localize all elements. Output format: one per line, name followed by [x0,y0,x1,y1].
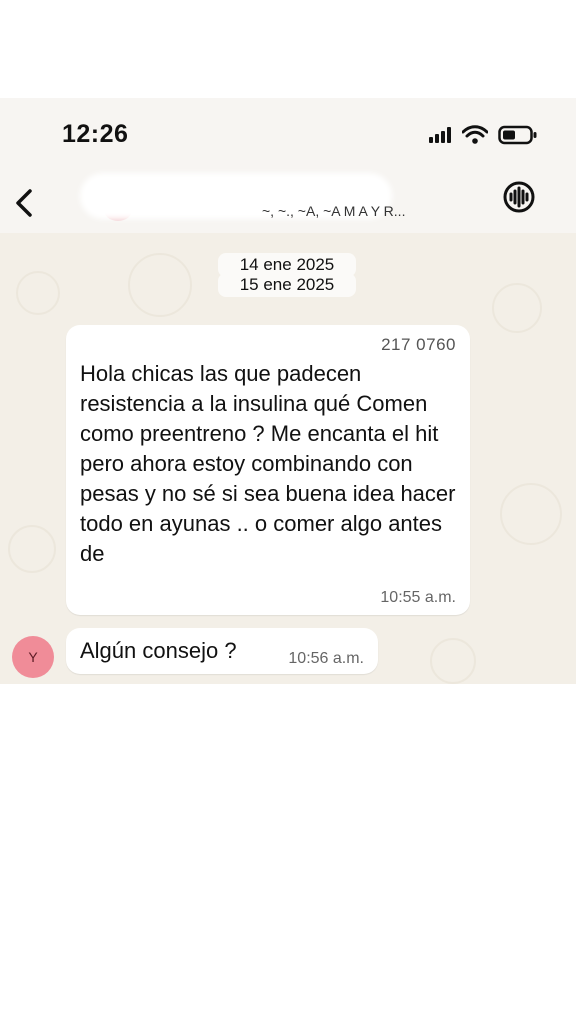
sender-phone-number: 217 0760 [381,335,456,354]
voice-chat-icon[interactable] [502,180,536,214]
battery-icon [498,125,537,145]
message-text: Algún consejo ? [80,638,237,663]
message-time: 10:55 a.m. [380,589,456,606]
chat-area[interactable]: 14 ene 2025 15 ene 2025 217 0760 Hola ch… [0,233,576,684]
sender-avatar[interactable]: Y [12,636,54,678]
wifi-icon [462,125,488,144]
doodle-pattern [492,283,542,333]
doodle-pattern [500,483,562,545]
message-time: 10:56 a.m. [288,650,364,667]
doodle-pattern [128,253,192,317]
message-bubble[interactable]: Algún consejo ? 10:56 a.m. [66,628,378,674]
date-chip: 15 ene 2025 [218,273,356,297]
doodle-pattern [16,271,60,315]
chat-header: ~, ~., ~A, ~A M A Y R... [0,173,576,233]
back-arrow-icon[interactable] [10,181,38,221]
status-time: 12:26 [62,120,129,148]
message-bubble[interactable]: 217 0760 Hola chicas las que padecen res… [66,325,470,615]
group-members: ~, ~., ~A, ~A M A Y R... [262,203,406,219]
signal-icon [429,127,451,143]
message-text: Hola chicas las que padecen resistencia … [80,361,456,566]
status-icons [428,125,538,145]
doodle-pattern [8,525,56,573]
doodle-pattern [430,638,476,684]
status-bar: 12:26 [0,98,576,173]
phone-screenshot: 12:26 ~, ~., ~A, ~A M A Y R... 14 ene 20… [0,98,576,684]
